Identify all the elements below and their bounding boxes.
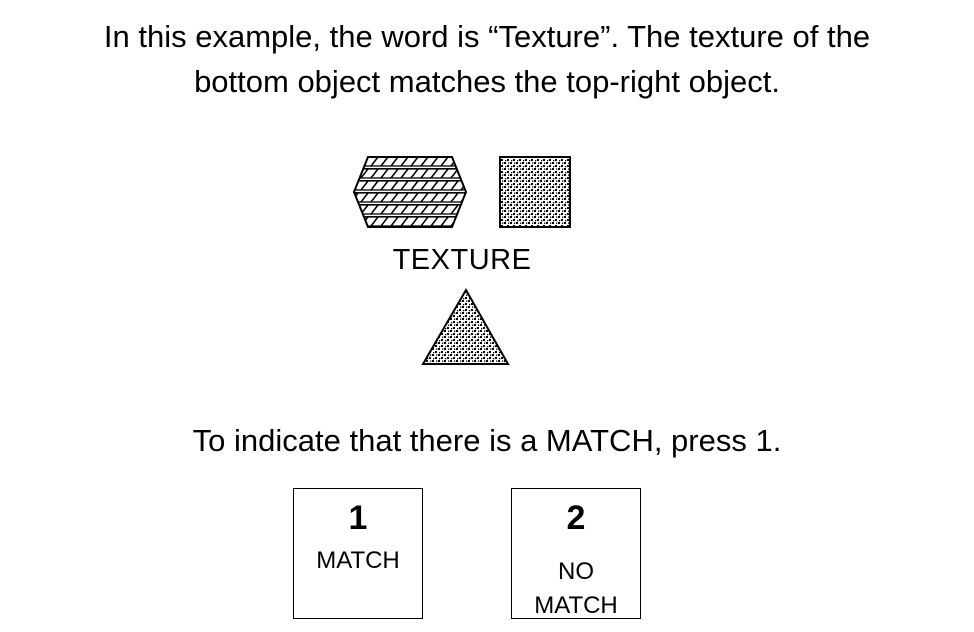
match-key-button[interactable]: 1 MATCH (293, 488, 423, 619)
square-icon (499, 156, 571, 228)
instruction-text: To indicate that there is a MATCH, press… (192, 423, 782, 458)
key-label: NO MATCH (521, 555, 631, 623)
no-match-key-button[interactable]: 2 NO MATCH (511, 488, 641, 619)
key-label-line-1: NO (558, 558, 594, 585)
stimulus-word: TEXTURE (392, 244, 532, 276)
key-label: MATCH (316, 547, 400, 574)
intro-line-2: bottom object matches the top-right obje… (194, 64, 780, 99)
key-label-line-2: MATCH (534, 592, 618, 619)
triangle-icon (421, 287, 510, 365)
intro-text: In this example, the word is “Texture”. … (20, 14, 954, 104)
intro-line-1: In this example, the word is “Texture”. … (103, 19, 871, 54)
key-number: 1 (348, 499, 368, 537)
key-number: 2 (566, 499, 586, 537)
hexagon-icon (352, 156, 468, 228)
